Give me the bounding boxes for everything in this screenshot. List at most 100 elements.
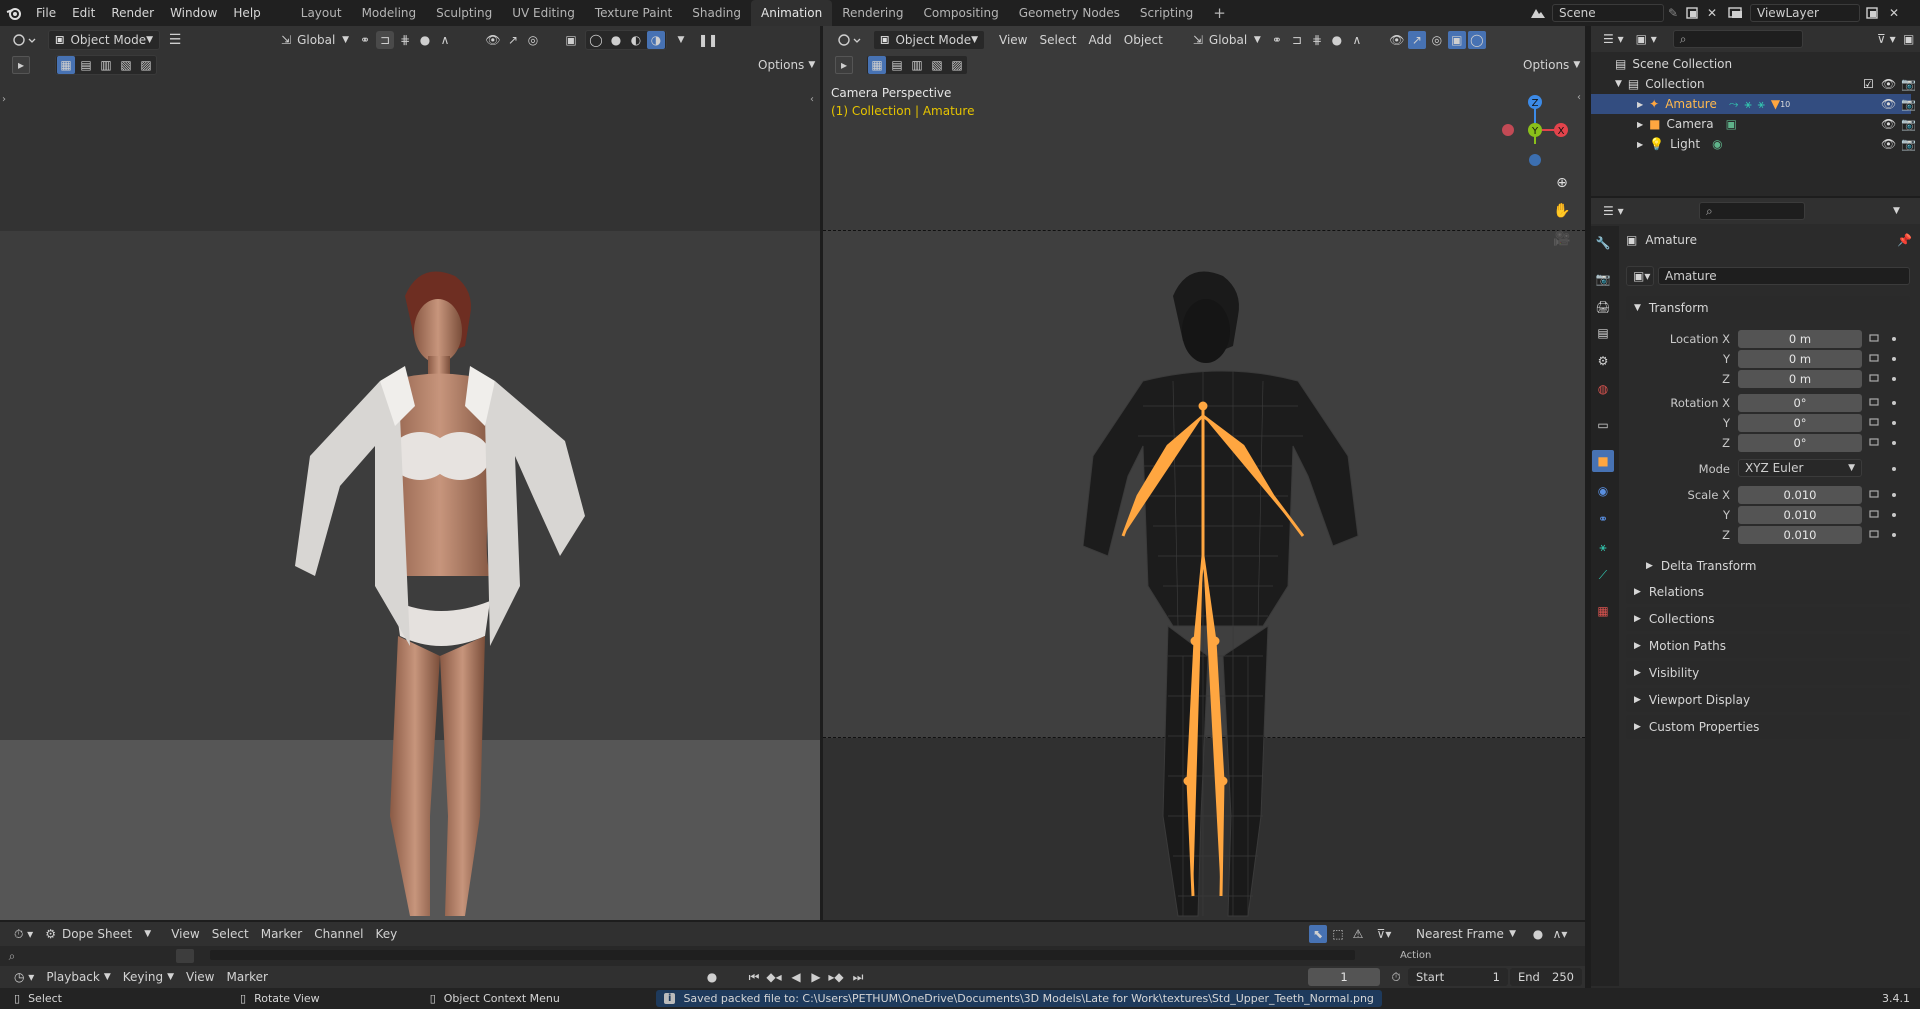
preview-range-icon[interactable]: ⏱ (1387, 968, 1405, 986)
modifier-icon[interactable]: ▼ (1771, 97, 1780, 111)
pivot-icon[interactable]: ⚭ (356, 31, 374, 49)
snap-target-icon-right[interactable]: ⋕ (1308, 31, 1326, 49)
tab-modeling[interactable]: Modeling (352, 0, 427, 26)
bone-constraint-icon[interactable]: ⚹ (1758, 97, 1765, 112)
blender-logo-icon[interactable] (0, 0, 28, 26)
dopesheet-menu-marker[interactable]: Marker (255, 924, 308, 944)
collection-eye-icon[interactable]: 👁 (1881, 77, 1896, 91)
collection-render-icon[interactable]: 📷 (1901, 77, 1916, 91)
tab-compositing[interactable]: Compositing (913, 0, 1008, 26)
mode-selector-right[interactable]: Object Mode ▼ (873, 30, 985, 50)
outliner-editor-type[interactable]: ☰ ▾ (1597, 29, 1630, 49)
gizmo-icon-right[interactable]: ↗ (1407, 31, 1426, 49)
render-tab-icon[interactable]: 📷 (1592, 268, 1614, 290)
mode-selector[interactable]: Object Mode ▼ (48, 30, 160, 50)
expand-arrow-icon[interactable]: ▶ (1637, 140, 1643, 149)
timeline-editor-type[interactable]: ◷ ▾ (8, 967, 40, 987)
toolbar-expand-icon[interactable]: › (2, 94, 6, 105)
channel-search-icon[interactable]: ⌕ (0, 949, 24, 964)
proportional-edit-icon-right[interactable]: ● (1328, 31, 1346, 49)
zoom-icon[interactable]: ⊕ (1551, 172, 1573, 194)
snap-icon-right[interactable]: ⊐ (1288, 31, 1306, 49)
play-icon[interactable]: ▶ (807, 968, 825, 986)
end-frame-field[interactable]: End 250 (1510, 968, 1582, 986)
jump-start-icon[interactable]: ⏮ (745, 968, 763, 986)
select-difference-icon[interactable]: ▧ (117, 56, 135, 74)
tab-geometry-nodes[interactable]: Geometry Nodes (1009, 0, 1130, 26)
dopesheet-menu-view[interactable]: View (165, 924, 205, 944)
menu-file[interactable]: File (28, 6, 64, 20)
options-dropdown[interactable]: Options ▼ (752, 55, 820, 75)
new-view-layer-icon[interactable] (1860, 6, 1884, 20)
filters-icon[interactable]: ⊽▾ (1375, 925, 1393, 943)
select-intersect-icon-right[interactable]: ▨ (948, 56, 966, 74)
dopesheet-menu-key[interactable]: Key (369, 924, 403, 944)
display-mode-icon[interactable]: ▣ ▾ (1630, 29, 1663, 49)
proportional-edit-icon-dopesheet[interactable]: ● (1529, 925, 1547, 943)
overlay-icon-right[interactable]: ◎ (1428, 31, 1446, 49)
output-tab-icon[interactable]: 🖨 (1592, 296, 1614, 318)
pan-hand-icon[interactable]: ✋ (1551, 200, 1573, 222)
new-scene-icon[interactable] (1682, 6, 1702, 20)
wireframe-shading-icon-right[interactable]: ◯ (1467, 31, 1486, 49)
properties-editor-type[interactable]: ☰ ▾ (1597, 201, 1630, 221)
record-icon[interactable]: ● (703, 968, 721, 986)
bone-icon[interactable]: ⚹ (1744, 97, 1751, 112)
expand-arrow-icon[interactable]: ▶ (1637, 100, 1643, 109)
properties-options-icon[interactable]: ▼ (1887, 201, 1906, 221)
overlay-icon[interactable]: ◎ (524, 31, 542, 49)
menu-add[interactable]: Add (1083, 30, 1118, 50)
right-3d-viewport[interactable]: Object Mode ▼ View Select Add Object ⇲ Glo… (823, 26, 1585, 920)
tab-layout[interactable]: Layout (291, 0, 352, 26)
visibility-panel[interactable]: ▶ Visibility (1626, 661, 1910, 685)
collection-tab-icon[interactable]: ▭ (1592, 414, 1614, 436)
falloff-icon[interactable]: ∧ (436, 31, 454, 49)
delete-view-layer-icon[interactable]: ✕ (1884, 6, 1904, 20)
scale-z-field[interactable]: 0.010 (1738, 526, 1862, 544)
next-keyframe-icon[interactable]: ▸◆ (827, 968, 845, 986)
timeline-menu-playback[interactable]: Playback ▼ (40, 967, 116, 987)
editor-type-button-right[interactable] (831, 30, 869, 50)
select-tool-icon-right[interactable]: ▸ (835, 56, 853, 74)
menu-object[interactable]: Object (1118, 30, 1169, 50)
select-tool-icon[interactable]: ▸ (12, 56, 30, 74)
dopesheet-editor-type[interactable]: ⏱ ▾ (8, 924, 39, 944)
shading-dropdown-icon[interactable]: ▼ (672, 31, 690, 49)
tab-sculpting[interactable]: Sculpting (426, 0, 502, 26)
current-frame-field[interactable]: 1 (1308, 968, 1380, 986)
transform-orientation-selector[interactable]: ⇲ Global ▼ (275, 30, 355, 50)
sidebar-expand-icon[interactable]: ‹ (810, 94, 814, 105)
transform-orientation-selector-right[interactable]: ⇲ Global ▼ (1187, 30, 1267, 50)
rotation-z-field[interactable]: 0° (1738, 434, 1862, 452)
start-frame-field[interactable]: Start 1 (1408, 968, 1508, 986)
dopesheet-mode-select[interactable]: ⚙ Dope Sheet ▼ (39, 924, 157, 944)
menu-edit[interactable]: Edit (64, 6, 103, 20)
motion-paths-panel[interactable]: ▶ Motion Paths (1626, 634, 1910, 658)
delete-scene-icon[interactable]: ✕ (1702, 6, 1722, 20)
sidebar-expand-icon-right[interactable]: ‹ (1577, 92, 1581, 103)
scale-y-field[interactable]: 0.010 (1738, 506, 1862, 524)
menu-toggle-icon[interactable]: ☰ (166, 31, 184, 49)
select-new-icon-right[interactable]: ▦ (868, 56, 886, 74)
view-layer-field[interactable]: ViewLayer (1750, 4, 1860, 22)
bone-tab-icon[interactable]: ⟋ (1592, 564, 1614, 586)
solid-shading-icon[interactable]: ● (607, 31, 625, 49)
xray-icon[interactable]: ▣ (562, 31, 580, 49)
timeline-menu-marker[interactable]: Marker (221, 967, 274, 987)
select-new-icon[interactable]: ▦ (57, 56, 75, 74)
view-layer-tab-icon[interactable]: ▤ (1592, 322, 1614, 344)
light-render-icon[interactable]: 📷 (1901, 137, 1916, 151)
menu-render[interactable]: Render (103, 6, 162, 20)
location-y-field[interactable]: 0 m (1738, 350, 1862, 368)
rotation-mode-select[interactable]: XYZ Euler ▼ (1738, 459, 1862, 477)
menu-select[interactable]: Select (1033, 30, 1082, 50)
wireframe-shading-icon[interactable]: ◯ (587, 31, 605, 49)
object-name-field[interactable]: Amature (1658, 267, 1910, 285)
delta-transform-subpanel[interactable]: ▶ Delta Transform (1646, 556, 1910, 576)
tab-animation[interactable]: Animation (751, 0, 833, 26)
outliner-search[interactable]: ⌕ (1672, 30, 1803, 48)
tab-shading[interactable]: Shading (682, 0, 751, 26)
camera-render-icon[interactable]: 📷 (1901, 117, 1916, 131)
menu-window[interactable]: Window (162, 6, 225, 20)
relations-panel[interactable]: ▶ Relations (1626, 580, 1910, 604)
